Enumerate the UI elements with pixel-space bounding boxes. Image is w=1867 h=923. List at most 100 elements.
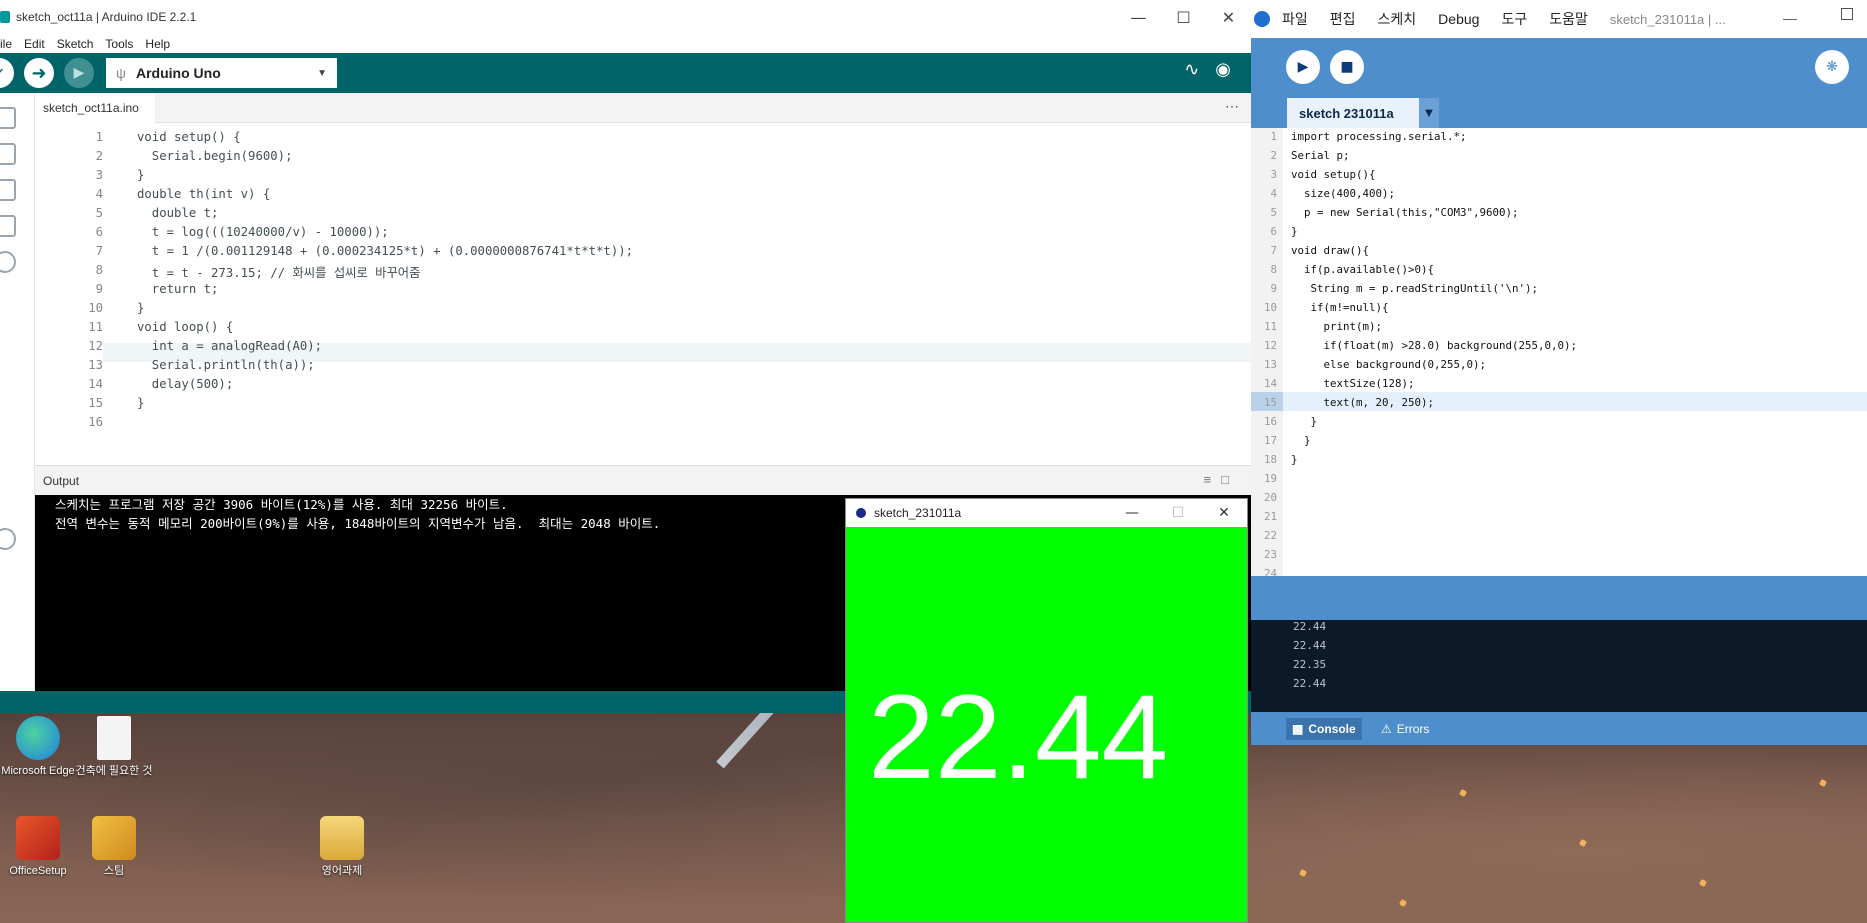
output-label: Output — [43, 474, 80, 488]
maximize-icon[interactable] — [1841, 8, 1853, 20]
errors-tab-label: Errors — [1396, 722, 1430, 736]
menu-tools[interactable]: Tools — [105, 37, 141, 51]
line-number: 2 — [95, 149, 103, 163]
boards-manager-icon[interactable] — [0, 143, 16, 165]
menu-sketch[interactable]: 스케치 — [1378, 9, 1417, 29]
close-icon[interactable]: ✕ — [1201, 499, 1247, 527]
code-editor[interactable]: 1 2 3 4 5 6 7 8 9 10 11 12 13 14 15 16 v… — [35, 124, 1251, 464]
verify-button[interactable]: ✓ — [0, 58, 14, 88]
line-number: 22 — [1263, 529, 1277, 542]
debug-button[interactable]: ▶ — [64, 58, 94, 88]
maximize-icon[interactable]: ☐ — [1161, 0, 1206, 34]
code-line: String m = p.readStringUntil('\n'); — [1291, 282, 1539, 295]
processing-console[interactable]: 22.44 22.44 22.35 22.44 — [1251, 620, 1867, 712]
serial-monitor-icon[interactable]: ◉ — [1215, 59, 1231, 80]
code-line: else background(0,255,0); — [1291, 358, 1487, 371]
code-line: t = 1 /(0.001129148 + (0.000234125*t) + … — [137, 244, 634, 258]
window-title: sketch_231011a | ... — [1609, 11, 1726, 27]
console-line: 22.44 — [1293, 639, 1327, 652]
minimize-icon[interactable]: — — [1783, 10, 1797, 26]
serial-plotter-icon[interactable]: ∿ — [1184, 59, 1199, 80]
lock-icon[interactable]: □ — [1221, 472, 1239, 487]
menu-help[interactable]: 도움말 — [1549, 9, 1588, 29]
code-line: void setup(){ — [1291, 168, 1376, 181]
arduino-toolbar: ✓ ➜ ▶ ψ Arduino Uno ▼ ∿ ◉ — [0, 53, 1251, 93]
upload-button[interactable]: ➜ — [24, 58, 54, 88]
code-line: if(float(m) >28.0) background(255,0,0); — [1291, 339, 1578, 352]
tab-sketch[interactable]: sketch 231011a — [1287, 98, 1419, 128]
arduino-app-icon — [0, 11, 10, 23]
line-number: 10 — [88, 301, 103, 315]
board-name: Arduino Uno — [135, 65, 221, 81]
window-title: sketch_oct11a | Arduino IDE 2.2.1 — [16, 10, 197, 24]
line-number: 13 — [1263, 358, 1277, 371]
console-line: 22.35 — [1293, 658, 1327, 671]
minimize-icon[interactable]: — — [1116, 0, 1161, 34]
tab-errors[interactable]: ⚠ Errors — [1375, 718, 1435, 740]
menu-edit[interactable]: 편집 — [1330, 9, 1356, 29]
line-number: 8 — [95, 263, 103, 277]
desktop-icon-edge[interactable]: Microsoft Edge — [0, 716, 78, 778]
desktop-icon-folder[interactable]: 영어과제 — [302, 816, 382, 878]
line-number: 3 — [1270, 168, 1277, 181]
line-number: 3 — [95, 168, 103, 182]
menu-help[interactable]: Help — [145, 37, 178, 51]
menu-tools[interactable]: 도구 — [1501, 9, 1527, 29]
line-gutter: 1 2 3 4 5 6 7 8 9 10 11 12 13 14 15 16 — [35, 124, 103, 464]
menu-edit[interactable]: Edit — [24, 37, 53, 51]
code-line: size(400,400); — [1291, 187, 1396, 200]
code-line: } — [137, 301, 145, 315]
line-number: 11 — [88, 320, 103, 334]
minimize-icon[interactable]: — — [1109, 499, 1155, 527]
console-tab-label: Console — [1308, 722, 1356, 736]
arduino-titlebar: sketch_oct11a | Arduino IDE 2.2.1 — [0, 0, 1251, 34]
line-number: 4 — [1270, 187, 1277, 200]
menu-sketch[interactable]: Sketch — [57, 37, 102, 51]
run-button[interactable]: ▶ — [1286, 50, 1320, 84]
line-number: 5 — [95, 206, 103, 220]
console-icon: ▩ — [1292, 722, 1304, 736]
sketchbook-icon[interactable] — [0, 107, 16, 129]
menu-debug[interactable]: Debug — [1438, 11, 1479, 27]
code-line: import processing.serial.*; — [1291, 130, 1467, 143]
console-line: 22.44 — [1293, 677, 1327, 690]
menu-file[interactable]: ile — [0, 37, 20, 51]
line-number: 21 — [1263, 510, 1277, 523]
search-icon[interactable] — [0, 251, 16, 273]
folder-icon — [320, 816, 364, 860]
debug-icon[interactable] — [0, 215, 16, 237]
processing-divider[interactable] — [1251, 576, 1867, 620]
line-number: 2 — [1270, 149, 1277, 162]
stop-button[interactable]: ■ — [1330, 50, 1364, 84]
clear-output-icon[interactable]: ≡ — [1204, 472, 1222, 487]
sketch-canvas[interactable]: 22.44 — [846, 527, 1247, 922]
desktop-icon-label: 스팀 — [103, 865, 125, 877]
account-icon[interactable] — [0, 528, 16, 550]
close-icon[interactable]: ✕ — [1206, 0, 1251, 34]
line-number: 15 — [88, 396, 103, 410]
board-selector[interactable]: ψ Arduino Uno ▼ — [106, 58, 337, 88]
line-number: 18 — [1263, 453, 1277, 466]
line-number: 1 — [1270, 130, 1277, 143]
code-line: print(m); — [1291, 320, 1383, 333]
code-line: if(p.available()>0){ — [1291, 263, 1435, 276]
code-line: text(m, 20, 250); — [1291, 396, 1435, 409]
more-icon[interactable]: ⋯ — [1225, 98, 1239, 115]
desktop-icon-steam[interactable]: 스팀 — [74, 816, 154, 878]
desktop-icon-officesetup[interactable]: OfficeSetup — [0, 816, 78, 878]
maximize-icon[interactable]: ☐ — [1155, 499, 1201, 527]
line-number: 14 — [88, 377, 103, 391]
processing-code-editor[interactable]: 1 2 3 4 5 6 7 8 9 10 11 12 13 14 15 16 1… — [1251, 128, 1867, 580]
tab-sketch[interactable]: sketch_oct11a.ino — [35, 93, 155, 123]
tab-console[interactable]: ▩ Console — [1286, 718, 1362, 740]
office-icon — [16, 816, 60, 860]
debugger-icon[interactable]: ❋ — [1815, 50, 1849, 84]
desktop-icon-document[interactable]: 건축에 필요한 것 — [74, 716, 154, 778]
code-line: Serial.begin(9600); — [137, 149, 293, 163]
menu-file[interactable]: 파일 — [1282, 9, 1308, 29]
code-line: Serial.println(th(a)); — [137, 358, 315, 372]
document-icon — [97, 716, 131, 760]
library-manager-icon[interactable] — [0, 179, 16, 201]
chevron-down-icon[interactable]: ▼ — [1419, 98, 1439, 128]
processing-footer: ▩ Console ⚠ Errors — [1251, 712, 1867, 745]
